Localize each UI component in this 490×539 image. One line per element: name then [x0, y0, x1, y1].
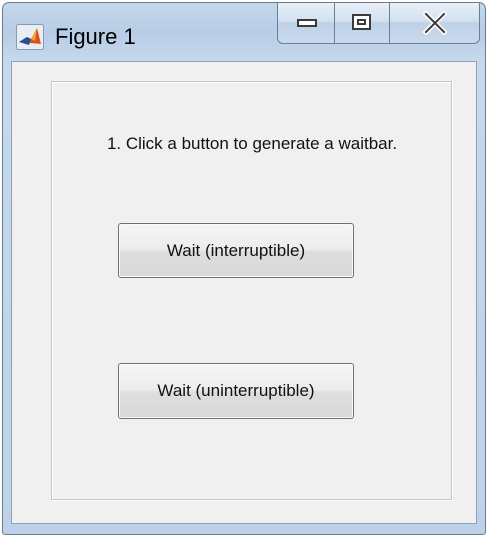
wait-interruptible-button[interactable]: Wait (interruptible): [118, 223, 354, 278]
figure-window: Figure 1 1. Click a button to generate a…: [2, 2, 486, 535]
matlab-icon: [16, 24, 44, 50]
minimize-icon: [297, 19, 317, 27]
close-icon: [422, 11, 448, 35]
wait-uninterruptible-button[interactable]: Wait (uninterruptible): [118, 363, 354, 419]
close-button[interactable]: [390, 3, 480, 44]
minimize-button[interactable]: [277, 3, 335, 44]
maximize-icon: [352, 14, 371, 30]
window-title: Figure 1: [55, 24, 136, 49]
button-panel: 1. Click a button to generate a waitbar.…: [51, 81, 452, 500]
maximize-button[interactable]: [335, 3, 390, 44]
title-bar[interactable]: Figure 1: [3, 3, 485, 61]
instruction-text: 1. Click a button to generate a waitbar.: [106, 134, 398, 153]
figure-client-area: 1. Click a button to generate a waitbar.…: [11, 61, 477, 524]
caption-buttons: [277, 3, 480, 44]
